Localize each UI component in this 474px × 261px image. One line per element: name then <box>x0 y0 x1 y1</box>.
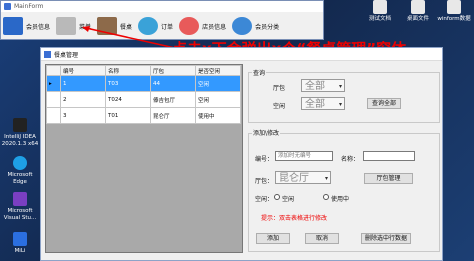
chevron-down-icon: ▾ <box>338 83 342 90</box>
table-cell[interactable]: 1 <box>60 75 106 92</box>
query-group-label: 查询 <box>252 68 267 77</box>
query-hall-label: 厅包 <box>273 85 286 92</box>
row-header <box>46 107 61 124</box>
table-cell[interactable]: T03 <box>105 75 151 92</box>
category-icon <box>232 17 253 35</box>
mili-icon <box>13 232 27 246</box>
desktop-icon-visual-studio[interactable]: Microsoft Visual Stu... <box>0 192 40 222</box>
hall-manage-button[interactable]: 厅包管理 <box>364 173 413 184</box>
name-label: 名称： <box>341 156 360 163</box>
table-cell[interactable]: 2 <box>60 91 106 108</box>
number-label: 编号： <box>255 156 274 163</box>
number-input[interactable] <box>275 151 333 161</box>
column-header[interactable]: 名称 <box>105 65 151 76</box>
nav-staff-info[interactable]: 店员信息 <box>179 17 226 35</box>
column-header[interactable]: 厅包 <box>150 65 196 76</box>
child-titlebar: 餐桌管理 <box>41 48 442 61</box>
staff-icon <box>179 17 200 35</box>
table-management-window: 餐桌管理 编号 名称 厅包 是否空闲 ▸ 1 T03 44 空闲 2 T024 <box>40 47 443 261</box>
row-selector-icon: ▸ <box>46 75 61 92</box>
folder-icon <box>447 0 461 14</box>
delete-selected-button[interactable]: 删除选中行数据 <box>361 233 411 244</box>
query-hall-select[interactable]: 全部 ▾ <box>301 79 345 92</box>
chevron-down-icon: ▾ <box>338 101 342 108</box>
chevron-down-icon: ▾ <box>324 175 328 182</box>
radio-busy[interactable] <box>323 194 329 200</box>
table-cell[interactable]: T024 <box>105 91 151 108</box>
visual-studio-icon <box>13 192 27 206</box>
desktop-icon-edge[interactable]: Microsoft Edge <box>0 156 40 186</box>
edge-icon <box>13 156 27 170</box>
table-cell[interactable]: 傣吉包厅 <box>150 91 196 108</box>
desktop-icon-intellij[interactable]: IntelliJ IDEA 2020.1.3 x64 <box>0 118 40 148</box>
desktop-icon-winform-data[interactable]: winform数据 <box>432 0 474 23</box>
table-cell[interactable]: 44 <box>150 75 196 92</box>
menu-icon <box>56 17 77 35</box>
table-cell[interactable]: T01 <box>105 107 151 124</box>
radio-free-label[interactable]: 空闲 <box>282 194 294 203</box>
nav-member-info[interactable]: 会员信息 <box>3 17 50 35</box>
query-status-select[interactable]: 全部 ▾ <box>301 97 345 110</box>
row-header-corner <box>46 65 61 76</box>
add-button[interactable]: 添加 <box>256 233 290 244</box>
table-row[interactable]: 2 T024 傣吉包厅 空闲 <box>46 91 241 108</box>
column-header[interactable]: 是否空闲 <box>195 65 241 76</box>
row-header <box>46 91 61 108</box>
member-icon <box>3 17 23 35</box>
table-cell[interactable]: 使用中 <box>195 107 241 124</box>
radio-busy-label[interactable]: 使用中 <box>331 194 349 203</box>
app-icon <box>4 3 11 10</box>
edit-hall-label: 厅包： <box>255 178 274 185</box>
child-title: 餐桌管理 <box>54 51 79 59</box>
table-cell[interactable]: 昆仑厅 <box>150 107 196 124</box>
data-table: 编号 名称 厅包 是否空闲 ▸ 1 T03 44 空闲 2 T024 傣吉包厅 … <box>46 65 241 124</box>
edit-group-label: 添加\修改 <box>252 128 281 137</box>
table-cell[interactable]: 空闲 <box>195 91 241 108</box>
folder-icon <box>373 0 387 14</box>
table-row[interactable]: ▸ 1 T03 44 空闲 <box>46 75 241 92</box>
table-grid[interactable]: 编号 名称 厅包 是否空闲 ▸ 1 T03 44 空闲 2 T024 傣吉包厅 … <box>45 64 243 253</box>
main-titlebar: MainForm <box>1 1 323 12</box>
radio-free[interactable] <box>274 194 280 200</box>
table-cell[interactable]: 3 <box>60 107 106 124</box>
name-input[interactable] <box>363 151 415 161</box>
desktop-icon-mili[interactable]: MiLi <box>0 232 40 255</box>
nav-member-category[interactable]: 会员分类 <box>232 17 279 35</box>
intellij-icon <box>13 118 27 132</box>
cancel-button[interactable]: 取消 <box>305 233 339 244</box>
edit-hall-select[interactable]: 昆仑厅 ▾ <box>275 171 331 184</box>
main-title: MainForm <box>14 3 44 10</box>
table-cell[interactable]: 空闲 <box>195 75 241 92</box>
edit-hint: 提示：双击表格进行修改 <box>261 215 328 222</box>
table-header-row: 编号 名称 厅包 是否空闲 <box>46 65 241 76</box>
table-row[interactable]: 3 T01 昆仑厅 使用中 <box>46 107 241 124</box>
folder-icon <box>411 0 425 14</box>
edit-status-label: 空闲： <box>255 196 274 203</box>
query-all-button[interactable]: 查询全部 <box>367 98 401 109</box>
window-icon <box>44 50 51 58</box>
column-header[interactable]: 编号 <box>60 65 106 76</box>
query-status-label: 空闲 <box>273 103 286 110</box>
